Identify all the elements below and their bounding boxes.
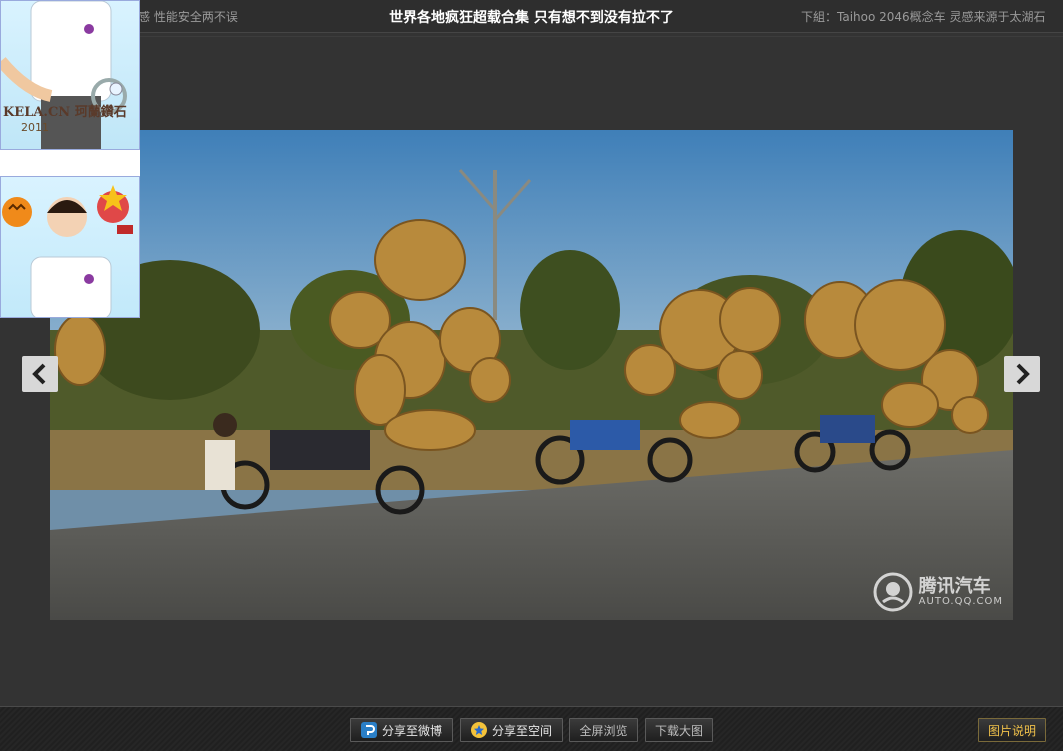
ad-spacer [0,150,140,176]
qzone-star-icon [470,722,487,738]
watermark-subtext: AUTO.QQ.COM [918,595,1003,607]
fullscreen-label: 全屏浏览 [579,723,628,738]
next-gallery-link[interactable]: 下組：Taihoo 2046概念车 灵感来源于太湖石 [801,8,1051,25]
main-photo[interactable]: 腾讯汽车 AUTO.QQ.COM [50,130,1013,620]
share-qzone-button[interactable]: 分享至空间 [460,718,563,742]
bottom-toolbar: 分享至微博 分享至空间 全屏浏览 下载大图 图片说明 [0,706,1063,751]
image-caption-label: 图片说明 [987,723,1036,738]
download-label: 下载大图 [654,723,703,738]
photo-illustration [50,130,1013,620]
next-gallery-label: 下組：Taihoo 2046概念车 灵感来源于太湖石 [801,10,1046,24]
image-caption-button[interactable]: 图片说明 [978,718,1046,742]
watermark: 腾讯汽车 AUTO.QQ.COM [873,572,1003,612]
share-qzone-label: 分享至空间 [491,723,552,738]
download-image-button[interactable]: 下载大图 [645,718,713,742]
chevron-left-icon [32,363,46,385]
next-image-button[interactable] [1004,356,1040,392]
share-weibo-button[interactable]: 分享至微博 [350,718,453,742]
ad-avatar-illustration [2,185,133,317]
top-bar: 感 性能安全两不误 世界各地疯狂超载合集 只有想不到没有拉不了 下組：Taiho… [0,0,1063,33]
ad-year-text: 2011 [21,121,49,134]
divider [0,36,1063,37]
chevron-right-icon [1016,363,1030,385]
share-weibo-label: 分享至微博 [381,723,442,738]
ad-banner-top[interactable]: KELA.CN 珂蘭鑽石 2011 [0,0,140,150]
tencent-logo-icon [873,572,913,612]
fullscreen-button[interactable]: 全屏浏览 [569,718,638,742]
weibo-icon [360,722,377,738]
ad-brand-text: KELA.CN 珂蘭鑽石 [3,105,127,120]
ad-banner-bottom[interactable] [0,176,140,318]
previous-image-button[interactable] [22,356,58,392]
watermark-text: 腾讯汽车 [918,575,991,597]
